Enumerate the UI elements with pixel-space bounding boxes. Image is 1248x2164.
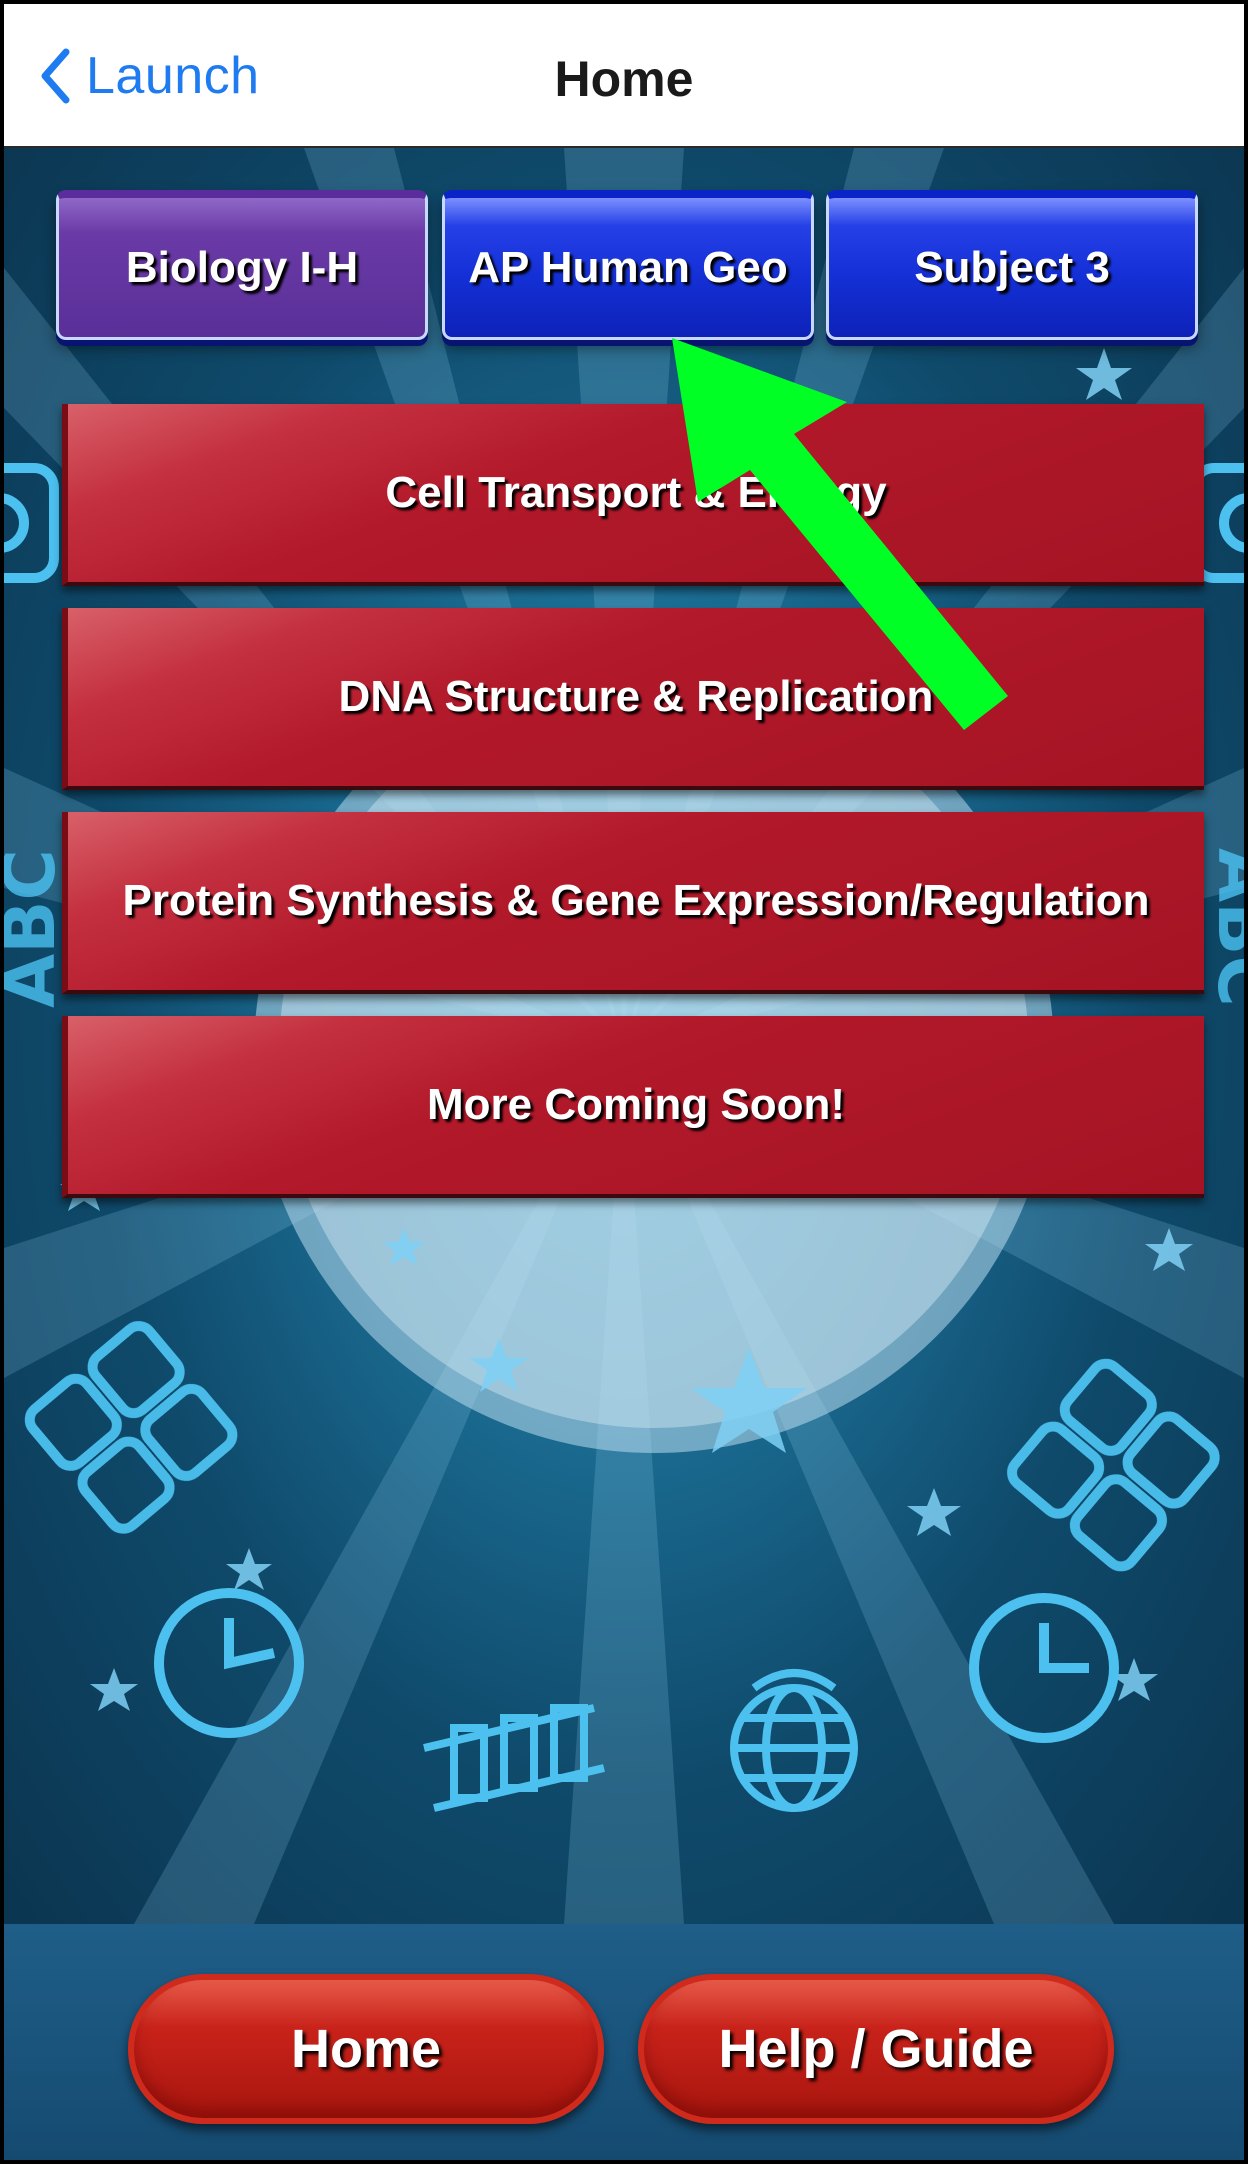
topic-button-cell-transport[interactable]: Cell Transport & Energy [62,404,1204,586]
bottom-bar: Home Help / Guide [4,1924,1244,2160]
page-title: Home [554,51,694,107]
globe-icon [730,1669,858,1812]
topic-button-dna-structure[interactable]: DNA Structure & Replication [62,608,1204,790]
tab-subject-3[interactable]: Subject 3 [826,190,1198,340]
svg-text:ABC: ABC [4,849,71,1008]
home-button[interactable]: Home [128,1974,604,2124]
topic-button-protein-synthesis[interactable]: Protein Synthesis & Gene Expression/Regu… [62,812,1204,994]
topic-button-more-coming[interactable]: More Coming Soon! [62,1016,1204,1198]
background-artwork: ABC ABC Biology I-H AP Human Geo Subject… [4,148,1244,1924]
svg-text:ABC: ABC [1202,848,1244,1007]
help-guide-button[interactable]: Help / Guide [638,1974,1114,2124]
navigation-bar: Launch Home [4,4,1244,148]
app-screen: Launch Home ABC ABC Biology I-H AP Human… [0,0,1248,2164]
tab-biology[interactable]: Biology I-H [56,190,428,340]
tab-ap-human-geo[interactable]: AP Human Geo [442,190,814,340]
